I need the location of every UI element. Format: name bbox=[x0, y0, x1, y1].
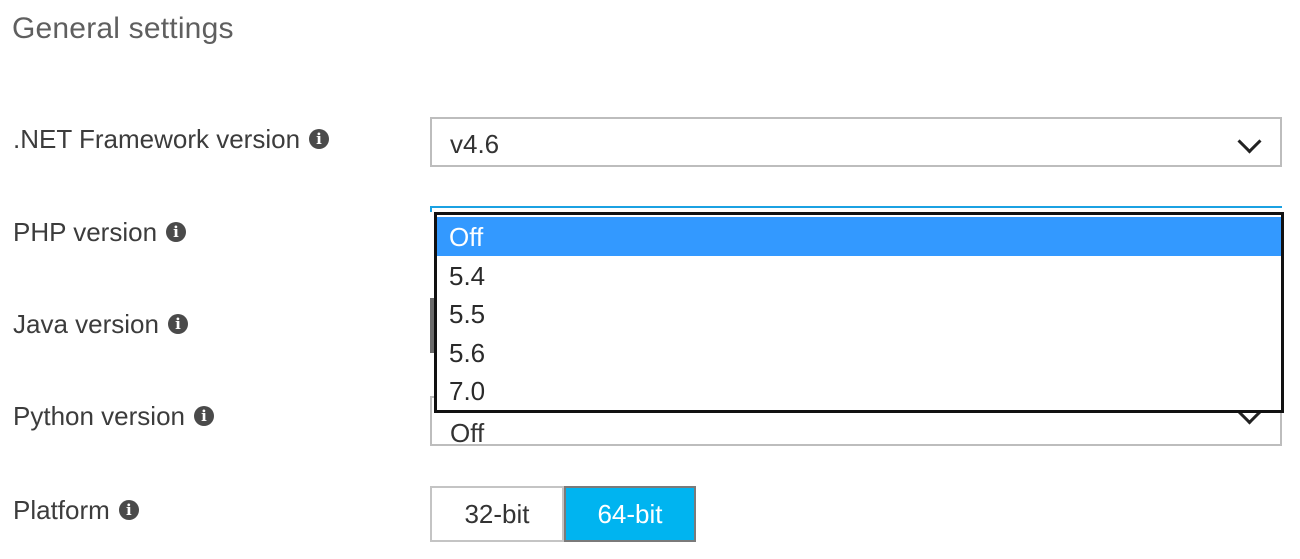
python-version-label-text: Python version bbox=[13, 401, 185, 431]
python-version-value: Off bbox=[450, 418, 485, 446]
section-title: General settings bbox=[12, 12, 234, 45]
net-version-label-text: .NET Framework version bbox=[13, 124, 301, 154]
java-version-label-text: Java version bbox=[13, 309, 159, 339]
info-icon[interactable]: i bbox=[167, 313, 188, 334]
platform-label: Platform i bbox=[13, 495, 139, 526]
net-version-value: v4.6 bbox=[450, 129, 500, 159]
java-version-label: Java version i bbox=[13, 309, 188, 340]
net-version-label: .NET Framework version i bbox=[13, 124, 330, 155]
platform-32bit-button[interactable]: 32-bit bbox=[430, 486, 564, 542]
net-version-select[interactable]: v4.6 bbox=[430, 117, 1282, 167]
info-icon[interactable]: i bbox=[193, 405, 214, 426]
platform-toggle: 32-bit 64-bit bbox=[430, 486, 696, 542]
php-option-5-4[interactable]: 5.4 bbox=[437, 256, 1281, 295]
php-version-dropdown-list: Off 5.4 5.5 5.6 7.0 bbox=[434, 212, 1284, 413]
php-option-5-5[interactable]: 5.5 bbox=[437, 294, 1281, 333]
general-settings-page: General settings .NET Framework version … bbox=[0, 0, 1300, 559]
info-icon[interactable]: i bbox=[166, 221, 187, 242]
info-icon[interactable]: i bbox=[118, 499, 139, 520]
php-option-7-0[interactable]: 7.0 bbox=[437, 371, 1281, 410]
php-version-label-text: PHP version bbox=[13, 217, 158, 247]
chevron-down-icon bbox=[1237, 129, 1262, 154]
php-version-label: PHP version i bbox=[13, 217, 187, 248]
platform-label-text: Platform bbox=[13, 495, 110, 525]
python-version-label: Python version i bbox=[13, 401, 214, 432]
php-option-5-6[interactable]: 5.6 bbox=[437, 333, 1281, 372]
php-option-off[interactable]: Off bbox=[437, 217, 1281, 256]
platform-64bit-button[interactable]: 64-bit bbox=[564, 486, 696, 542]
info-icon[interactable]: i bbox=[309, 128, 330, 149]
